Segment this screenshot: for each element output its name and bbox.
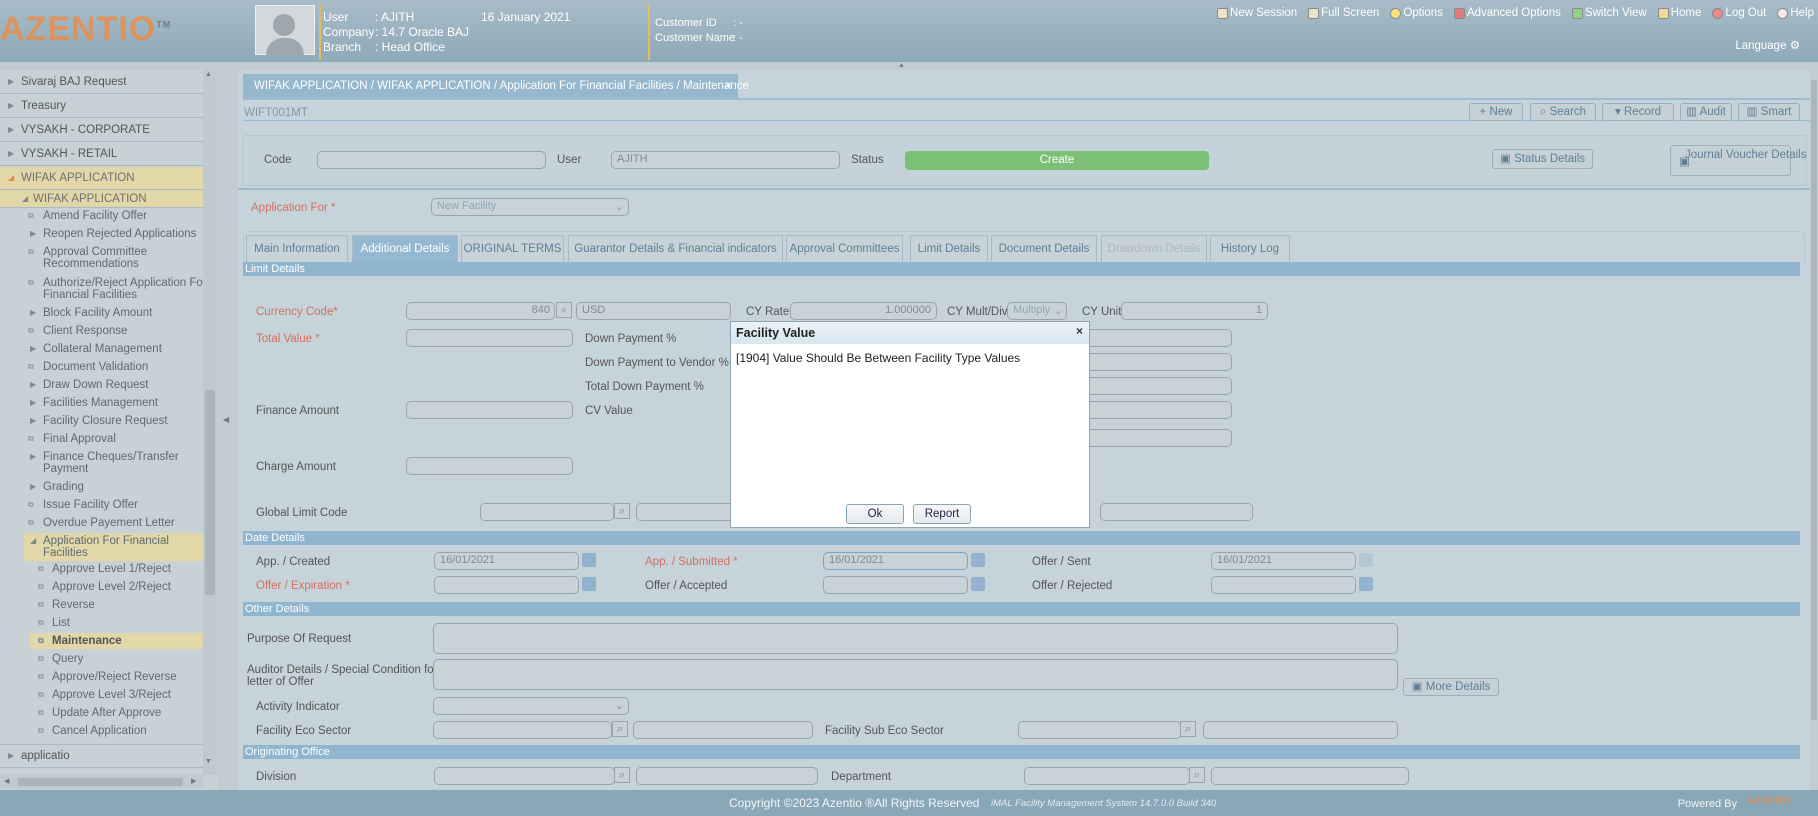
report-button[interactable]: Report [913,504,971,524]
azentio-small-logo: AZENTIO [1747,796,1790,805]
dialog-message: [1904] Value Should Be Between Facility … [736,351,1021,365]
copyright-text: Copyright ©2023 Azentio ®All Rights Rese… [729,796,980,810]
system-version: iMAL Facility Management System 14.7.0.0… [991,798,1217,809]
footer: Copyright ©2023 Azentio ®All Rights Rese… [0,790,1818,816]
ok-button[interactable]: Ok [846,504,904,524]
powered-by-label: Powered By [1677,798,1737,810]
facility-value-dialog: Facility Value × [1904] Value Should Be … [730,321,1090,528]
dialog-title: Facility Value [731,322,1089,344]
close-icon[interactable]: × [1076,324,1083,338]
